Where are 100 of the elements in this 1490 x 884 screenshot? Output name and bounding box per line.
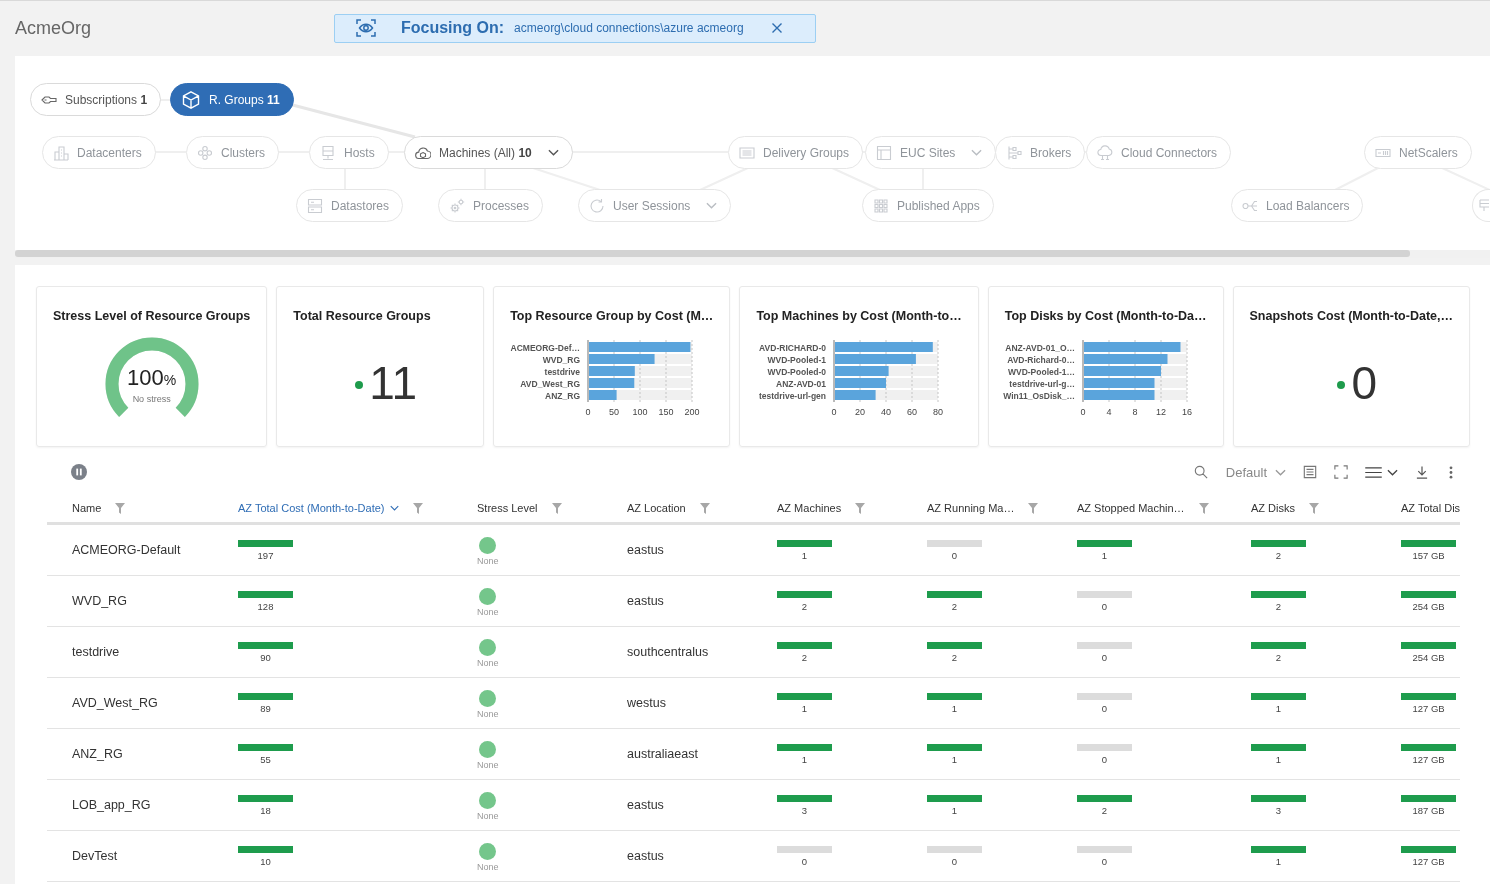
filter-icon[interactable] bbox=[412, 502, 423, 514]
card-title: Top Disks by Cost (Month-to-Da… bbox=[1004, 308, 1207, 324]
column-header[interactable]: AZ Location bbox=[602, 494, 752, 522]
chevron-down-icon bbox=[1275, 468, 1286, 476]
chart-label: ANZ-AVD-01 bbox=[776, 378, 827, 389]
status-label: None bbox=[477, 759, 499, 770]
card-title: Top Machines by Cost (Month-to… bbox=[756, 308, 962, 324]
status-label: None bbox=[477, 606, 499, 617]
table-cell: westus bbox=[627, 696, 666, 710]
chevron-down-icon[interactable] bbox=[1387, 468, 1398, 476]
cell-value: 2 bbox=[1275, 600, 1282, 612]
chart-label: AVD-Richard-0… bbox=[1006, 354, 1075, 365]
tick-label: 50 bbox=[609, 407, 620, 417]
column-header[interactable]: Stress Level bbox=[452, 494, 602, 522]
cell-value: 254 GB bbox=[1412, 600, 1445, 612]
chart-label: WVD-Pooled-1 bbox=[767, 354, 827, 365]
cell-value: 1 bbox=[951, 804, 958, 816]
download-icon[interactable] bbox=[1416, 465, 1428, 479]
tick-label: 20 bbox=[855, 407, 866, 417]
chevron-down-icon bbox=[389, 505, 399, 511]
close-icon[interactable] bbox=[772, 23, 782, 33]
kpi-value: 0 bbox=[1351, 360, 1378, 406]
chart-label: AVD-RICHARD-0 bbox=[759, 342, 827, 353]
chart-label: ANZ-AVD-01_O… bbox=[1004, 342, 1075, 353]
column-header[interactable]: AZ Stopped Machin… bbox=[1052, 494, 1226, 522]
filter-icon[interactable] bbox=[855, 502, 866, 514]
tick-label: 150 bbox=[658, 407, 674, 417]
cell-value: 0 bbox=[951, 549, 958, 561]
tick-label: 80 bbox=[933, 407, 944, 417]
tick-label: 60 bbox=[907, 407, 918, 417]
filter-icon[interactable] bbox=[115, 502, 126, 514]
status-label: None bbox=[477, 708, 499, 719]
chart-label: Win11_OsDisk_… bbox=[1002, 390, 1075, 401]
cell-value: 127 GB bbox=[1412, 702, 1445, 714]
tick-label: 16 bbox=[1181, 407, 1192, 417]
cell-value: 197 bbox=[257, 549, 274, 561]
tick-label: 0 bbox=[585, 407, 591, 417]
cell-value: 2 bbox=[951, 651, 958, 663]
pause-icon[interactable] bbox=[71, 464, 87, 480]
columns-icon[interactable] bbox=[1303, 465, 1317, 479]
chart-bar bbox=[589, 390, 617, 400]
cell-value: 3 bbox=[801, 804, 808, 816]
rows-icon[interactable] bbox=[1365, 466, 1382, 478]
column-header[interactable]: AZ Total Dis bbox=[1376, 494, 1466, 522]
status-label: None bbox=[477, 555, 499, 566]
cell-value: 127 GB bbox=[1412, 855, 1445, 867]
status-dot-icon bbox=[1337, 381, 1346, 389]
column-header[interactable]: Name bbox=[47, 494, 213, 522]
cell-value: 1 bbox=[1275, 855, 1282, 867]
table-cell: ACMEORG-Default bbox=[72, 543, 181, 557]
search-icon[interactable] bbox=[1193, 465, 1208, 479]
cell-value: 0 bbox=[951, 855, 958, 867]
card-title: Total Resource Groups bbox=[293, 308, 431, 324]
column-header[interactable]: AZ Running Ma… bbox=[902, 494, 1052, 522]
cell-value: 90 bbox=[260, 651, 271, 663]
tick-label: 8 bbox=[1132, 407, 1138, 417]
column-header[interactable]: AZ Machines bbox=[752, 494, 902, 522]
tick-label: 200 bbox=[684, 407, 700, 417]
cell-value: 2 bbox=[1275, 549, 1282, 561]
table-cell: eastus bbox=[627, 594, 664, 608]
cell-value: 89 bbox=[260, 702, 271, 714]
card-title: Top Resource Group by Cost (M… bbox=[510, 308, 714, 324]
table-cell: southcentralus bbox=[627, 645, 709, 659]
cell-value: 2 bbox=[1275, 651, 1282, 663]
chart-bar bbox=[1083, 378, 1155, 388]
tick-label: 100 bbox=[632, 407, 648, 417]
filter-icon[interactable] bbox=[699, 502, 710, 514]
more-options-icon[interactable] bbox=[1449, 465, 1453, 479]
chart-bar bbox=[835, 378, 887, 388]
cell-value: 18 bbox=[260, 804, 271, 816]
chart-label: WVD_RG bbox=[542, 354, 581, 365]
cell-value: 2 bbox=[951, 600, 958, 612]
filter-icon[interactable] bbox=[1309, 502, 1319, 514]
cell-value: 1 bbox=[801, 702, 808, 714]
fullscreen-icon[interactable] bbox=[1334, 465, 1348, 479]
cell-value: 2 bbox=[1101, 804, 1108, 816]
cell-value: 2 bbox=[801, 600, 808, 612]
column-header[interactable]: AZ Total Cost (Month-to-Date) bbox=[213, 494, 452, 522]
filter-icon[interactable] bbox=[1198, 502, 1209, 514]
cell-value: 127 GB bbox=[1412, 753, 1445, 765]
card-title: Snapshots Cost (Month-to-Date,… bbox=[1249, 308, 1453, 324]
chart-label: ACMEORG-Def… bbox=[510, 342, 581, 353]
status-label: None bbox=[477, 810, 499, 821]
filter-icon[interactable] bbox=[551, 502, 562, 514]
table-cell: testdrive bbox=[72, 645, 120, 659]
horizontal-scrollbar[interactable] bbox=[15, 250, 1490, 258]
cell-value: 1 bbox=[801, 753, 808, 765]
view-dropdown[interactable]: Default bbox=[1225, 464, 1286, 480]
cell-value: 0 bbox=[1101, 600, 1108, 612]
chart-label: ANZ_RG bbox=[545, 390, 581, 401]
filter-icon[interactable] bbox=[1028, 502, 1039, 514]
cell-value: 157 GB bbox=[1412, 549, 1445, 561]
scrollbar-thumb[interactable] bbox=[15, 250, 1410, 257]
chart-bar bbox=[1083, 390, 1155, 400]
tick-label: 12 bbox=[1155, 407, 1166, 417]
cell-value: 1 bbox=[951, 753, 958, 765]
tick-label: 0 bbox=[831, 407, 837, 417]
column-header[interactable]: AZ Disks bbox=[1226, 494, 1376, 522]
table-cell: WVD_RG bbox=[72, 594, 127, 608]
cell-value: 0 bbox=[1101, 702, 1108, 714]
